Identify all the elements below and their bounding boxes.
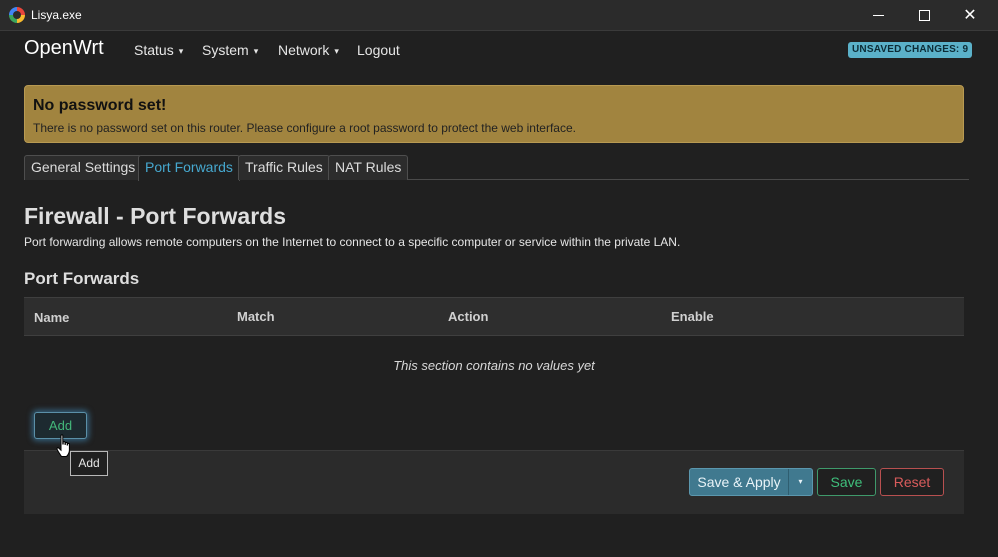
column-header-action: Action — [448, 309, 489, 324]
nav-system-label: System — [202, 42, 249, 58]
unsaved-changes-badge[interactable]: UNSAVED CHANGES: 9 — [848, 42, 973, 58]
page-title: Firewall - Port Forwards — [24, 203, 286, 229]
hand-pointer-icon — [56, 434, 70, 457]
tab-traffic-rules[interactable]: Traffic Rules — [238, 155, 330, 180]
nav-system-menu[interactable]: System ▾ — [202, 42, 258, 58]
add-tooltip: Add — [70, 451, 108, 476]
save-apply-button[interactable]: Save & Apply — [690, 469, 788, 495]
brand-logo[interactable]: OpenWrt — [24, 37, 104, 60]
save-apply-dropdown-toggle[interactable]: ▾ — [788, 469, 812, 495]
tab-nat-rules[interactable]: NAT Rules — [328, 155, 409, 180]
alert-title: No password set! — [33, 97, 167, 114]
page-description: Port forwarding allows remote computers … — [24, 235, 681, 249]
close-icon[interactable]: ✕ — [947, 0, 993, 31]
minimize-icon[interactable] — [855, 0, 901, 31]
tab-general-settings[interactable]: General Settings — [24, 155, 143, 180]
column-header-enable: Enable — [671, 309, 714, 324]
table-header: Name Match Action Enable — [24, 297, 964, 336]
window-titlebar: Lisya.exe ✕ — [0, 0, 998, 31]
chevron-down-icon: ▾ — [178, 46, 184, 56]
empty-table-message: This section contains no values yet — [393, 358, 595, 373]
save-apply-split-button: Save & Apply ▾ — [689, 468, 813, 496]
alert-message: There is no password set on this router.… — [33, 121, 576, 135]
chevron-down-icon: ▾ — [253, 46, 259, 56]
column-header-name: Name — [34, 310, 70, 325]
nav-status-menu[interactable]: Status ▾ — [134, 42, 183, 58]
app-icon — [9, 7, 25, 23]
nav-network-label: Network — [278, 42, 330, 58]
column-header-match: Match — [237, 309, 275, 324]
tab-port-forwards[interactable]: Port Forwards — [138, 155, 240, 181]
reset-button[interactable]: Reset — [880, 468, 944, 496]
nav-network-menu[interactable]: Network ▾ — [278, 42, 339, 58]
window-title: Lisya.exe — [31, 8, 82, 22]
chevron-down-icon: ▾ — [334, 46, 339, 56]
nav-logout-link[interactable]: Logout — [357, 42, 400, 58]
no-password-alert: No password set! There is no password se… — [24, 85, 964, 143]
nav-logout-label: Logout — [357, 42, 400, 58]
section-title: Port Forwards — [24, 269, 140, 288]
save-button[interactable]: Save — [817, 468, 876, 496]
nav-status-label: Status — [134, 42, 174, 58]
maximize-icon[interactable] — [901, 0, 947, 31]
